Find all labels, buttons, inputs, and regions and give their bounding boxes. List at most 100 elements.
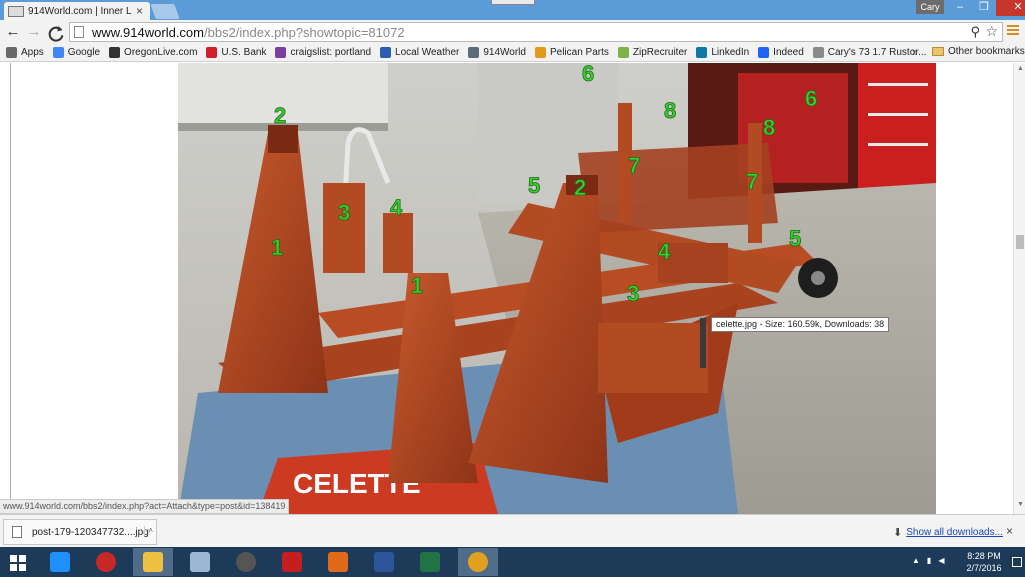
chrome-icon xyxy=(468,552,488,572)
bookmark-favicon-icon xyxy=(380,47,392,58)
clock[interactable]: 8:28 PM 2/7/2016 xyxy=(962,550,1006,574)
photo-label: 2 xyxy=(574,175,586,200)
photo-label: 1 xyxy=(411,273,423,298)
windows-start-icon[interactable] xyxy=(10,555,26,571)
tray-chevron-icon[interactable]: ▲ xyxy=(912,556,920,565)
address-bar[interactable]: www.914world.com /bbs2/index.php?showtop… xyxy=(69,22,1003,42)
page-icon xyxy=(74,26,84,38)
scroll-thumb[interactable] xyxy=(1016,235,1024,249)
bookmark-item[interactable]: Apps xyxy=(6,47,44,58)
clock-time: 8:28 PM xyxy=(967,551,1001,561)
folder-icon xyxy=(932,47,944,56)
bookmark-item[interactable]: Indeed xyxy=(758,47,804,58)
profile-button[interactable]: Cary xyxy=(916,0,944,14)
taskbar-acrobat-button[interactable] xyxy=(272,548,312,576)
photo-label: 5 xyxy=(789,226,801,251)
photo-label: 6 xyxy=(582,63,594,86)
bookmarks-overflow-icon[interactable]: » xyxy=(912,47,918,58)
taskbar-word-button[interactable] xyxy=(364,548,404,576)
bookmark-favicon-icon xyxy=(275,47,287,58)
bookmark-item[interactable]: craigslist: portland xyxy=(275,47,371,58)
photo-label: 3 xyxy=(338,200,350,225)
bookmark-item[interactable]: U.S. Bank xyxy=(206,47,266,58)
taskbar-excel-button[interactable] xyxy=(410,548,450,576)
bookmark-item[interactable]: Google xyxy=(52,47,100,58)
photo-label: 6 xyxy=(805,86,817,111)
volume-icon[interactable]: ◀ xyxy=(938,556,944,565)
photo-label: 3 xyxy=(627,281,639,306)
bookmark-item[interactable]: Cary's 73 1.7 Rustor... xyxy=(812,47,926,58)
taskbar-media-app-button[interactable] xyxy=(226,548,266,576)
bookmark-label: Indeed xyxy=(773,47,804,58)
bookmark-item[interactable]: OregonLive.com xyxy=(109,47,197,58)
bookmark-item[interactable]: Pelican Parts xyxy=(534,47,609,58)
bookmark-item[interactable]: ZipRecruiter xyxy=(617,47,688,58)
photo-label: 7 xyxy=(746,169,758,194)
back-icon[interactable]: ← xyxy=(4,23,22,41)
bookmark-label: OregonLive.com xyxy=(124,47,198,58)
show-all-downloads-link[interactable]: ⬇ Show all downloads... xyxy=(893,526,1003,539)
bookmark-favicon-icon xyxy=(696,47,708,58)
maximize-icon[interactable]: ❐ xyxy=(972,0,996,16)
tab-active[interactable]: 914World.com | Inner Lon × xyxy=(4,2,150,20)
zoom-icon[interactable]: ⚲ xyxy=(970,24,980,40)
title-bar: 914World.com | Inner Lon × Cary – ❐ ✕ xyxy=(0,0,1025,20)
acrobat-icon xyxy=(282,552,302,572)
taskbar-tools-app-button[interactable] xyxy=(180,548,220,576)
image-file-icon xyxy=(12,526,22,538)
show-all-label: Show all downloads... xyxy=(906,527,1003,538)
attachment-photo[interactable]: CELETTE 2 3 4 1 1 5 2 6 8 7 7 8 6 4 3 5 xyxy=(178,63,936,514)
taskbar-internet-explorer-button[interactable] xyxy=(40,548,80,576)
download-arrow-icon: ⬇ xyxy=(893,527,903,539)
star-icon[interactable]: ☆ xyxy=(985,23,998,40)
forward-icon[interactable]: → xyxy=(25,23,43,41)
tab-title: 914World.com | Inner Lon xyxy=(28,5,132,17)
favicon-icon xyxy=(8,5,24,17)
new-tab-button[interactable] xyxy=(150,4,180,19)
tab-close-icon[interactable]: × xyxy=(136,4,143,18)
photo-label: 4 xyxy=(390,195,403,220)
bookmark-label: ZipRecruiter xyxy=(632,47,688,58)
downloads-bar: post-179-120347732....jpg ˄ ⬇ Show all d… xyxy=(0,514,1025,547)
window-controls: – ❐ ✕ xyxy=(948,0,1025,16)
network-icon[interactable]: ▮ xyxy=(927,556,931,565)
notifications-icon[interactable] xyxy=(1012,557,1022,567)
menu-icon[interactable] xyxy=(1007,25,1019,39)
tools-app-icon xyxy=(190,552,210,572)
status-bar-url: www.914world.com/bbs2/index.php?act=Atta… xyxy=(0,499,290,514)
internet-explorer-icon xyxy=(50,552,70,572)
photo-label: 5 xyxy=(528,173,540,198)
close-icon[interactable]: ✕ xyxy=(996,0,1025,16)
bookmark-item[interactable]: LinkedIn xyxy=(696,47,749,58)
bookmark-favicon-icon xyxy=(109,47,121,58)
scroll-up-icon[interactable]: ▲ xyxy=(1017,65,1024,72)
bookmark-label: 914World xyxy=(483,47,526,58)
download-menu-icon[interactable]: ˄ xyxy=(144,526,153,535)
taskbar-power-app-button[interactable] xyxy=(86,548,126,576)
page-viewport: CELETTE 2 3 4 1 1 5 2 6 8 7 7 8 6 4 3 5 … xyxy=(0,63,1013,514)
download-file-name: post-179-120347732....jpg xyxy=(32,526,149,538)
bookmark-favicon-icon xyxy=(6,47,17,58)
bookmark-favicon-icon xyxy=(617,47,629,58)
other-bookmarks[interactable]: Other bookmarks xyxy=(932,46,1025,57)
outlook-icon xyxy=(328,552,348,572)
reload-icon[interactable] xyxy=(47,25,65,43)
system-tray: ▲ ▮ ◀ xyxy=(912,556,944,565)
download-item[interactable]: post-179-120347732....jpg ˄ xyxy=(3,519,157,545)
photo-label: 4 xyxy=(658,239,671,264)
photo-label: 8 xyxy=(664,98,676,123)
bookmark-favicon-icon xyxy=(52,47,64,58)
photo-label: 1 xyxy=(271,235,283,260)
url-path: /bbs2/index.php?showtopic=81072 xyxy=(204,24,405,40)
bookmark-item[interactable]: 914World xyxy=(468,47,526,58)
close-downloads-icon[interactable]: × xyxy=(1006,524,1013,538)
scroll-down-icon[interactable]: ▼ xyxy=(1017,501,1024,508)
bookmark-item[interactable]: Local Weather xyxy=(380,47,459,58)
power-app-icon xyxy=(96,552,116,572)
taskbar-chrome-button[interactable] xyxy=(458,548,498,576)
taskbar-file-explorer-button[interactable] xyxy=(133,548,173,576)
bookmarks-bar: Apps Google OregonLive.com U.S. Bank craigsl… xyxy=(0,44,1025,62)
taskbar-outlook-button[interactable] xyxy=(318,548,358,576)
vertical-scrollbar[interactable]: ▲ ▼ xyxy=(1013,63,1025,514)
minimize-icon[interactable]: – xyxy=(948,0,972,16)
